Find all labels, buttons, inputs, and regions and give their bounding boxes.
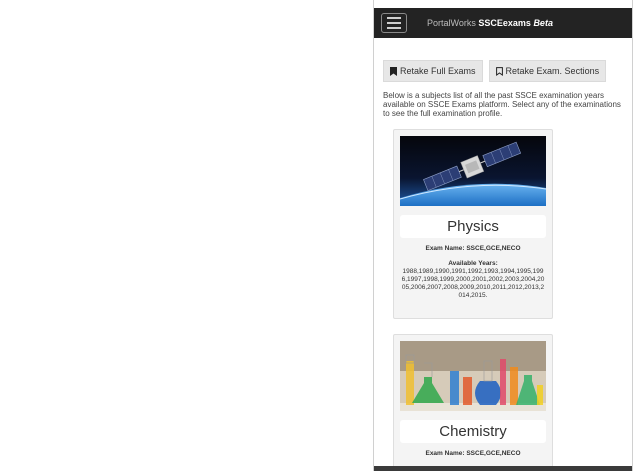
exam-name-label: Exam Name: — [425, 245, 465, 252]
exam-name-label: Exam Name: — [425, 450, 465, 457]
available-years-value: 1988,1989,1990,1991,1992,1993,1994,1995,… — [401, 268, 545, 299]
menu-icon-bar — [387, 22, 401, 24]
brand-prefix: PortalWorks — [427, 18, 476, 28]
retake-exam-sections-label: Retake Exam. Sections — [505, 66, 600, 76]
available-years-label: Available Years: — [400, 260, 546, 267]
subject-card-chemistry[interactable]: Chemistry Exam Name: SSCE,GCE,NECO — [393, 334, 553, 471]
brand-tag: Beta — [533, 18, 553, 28]
bookmark-icon — [390, 66, 397, 76]
bookmark-outline-icon — [495, 66, 503, 76]
intro-text: Below is a subjects list of all the past… — [383, 91, 621, 118]
navbar: PortalWorks SSCEexams Beta — [374, 8, 632, 38]
menu-icon-bar — [387, 27, 401, 29]
exam-name-value: SSCE,GCE,NECO — [466, 245, 521, 252]
exam-name-value: SSCE,GCE,NECO — [466, 450, 521, 457]
brand-name: SSCEexams — [478, 18, 531, 28]
retake-full-exams-button[interactable]: Retake Full Exams — [383, 60, 483, 82]
exam-name-row: Exam Name: SSCE,GCE,NECO — [400, 450, 546, 457]
bottom-bar — [374, 466, 632, 471]
brand-link[interactable]: PortalWorks SSCEexams Beta — [427, 18, 553, 28]
retake-exam-sections-button[interactable]: Retake Exam. Sections — [488, 60, 607, 82]
exam-name-row: Exam Name: SSCE,GCE,NECO — [400, 245, 546, 252]
retake-full-exams-label: Retake Full Exams — [400, 66, 476, 76]
subject-title[interactable]: Physics — [400, 215, 546, 238]
mobile-viewport: PortalWorks SSCEexams Beta Retake Full E… — [373, 0, 633, 471]
menu-toggle-button[interactable] — [381, 13, 407, 33]
action-buttons: Retake Full Exams Retake Exam. Sections — [383, 60, 607, 82]
physics-satellite-image — [400, 136, 546, 206]
subject-title[interactable]: Chemistry — [400, 420, 546, 443]
available-years-label-text: Available Years: — [448, 260, 498, 267]
subject-card-physics[interactable]: Physics Exam Name: SSCE,GCE,NECO Availab… — [393, 129, 553, 319]
menu-icon — [387, 17, 401, 19]
chemistry-flasks-image — [400, 341, 546, 411]
